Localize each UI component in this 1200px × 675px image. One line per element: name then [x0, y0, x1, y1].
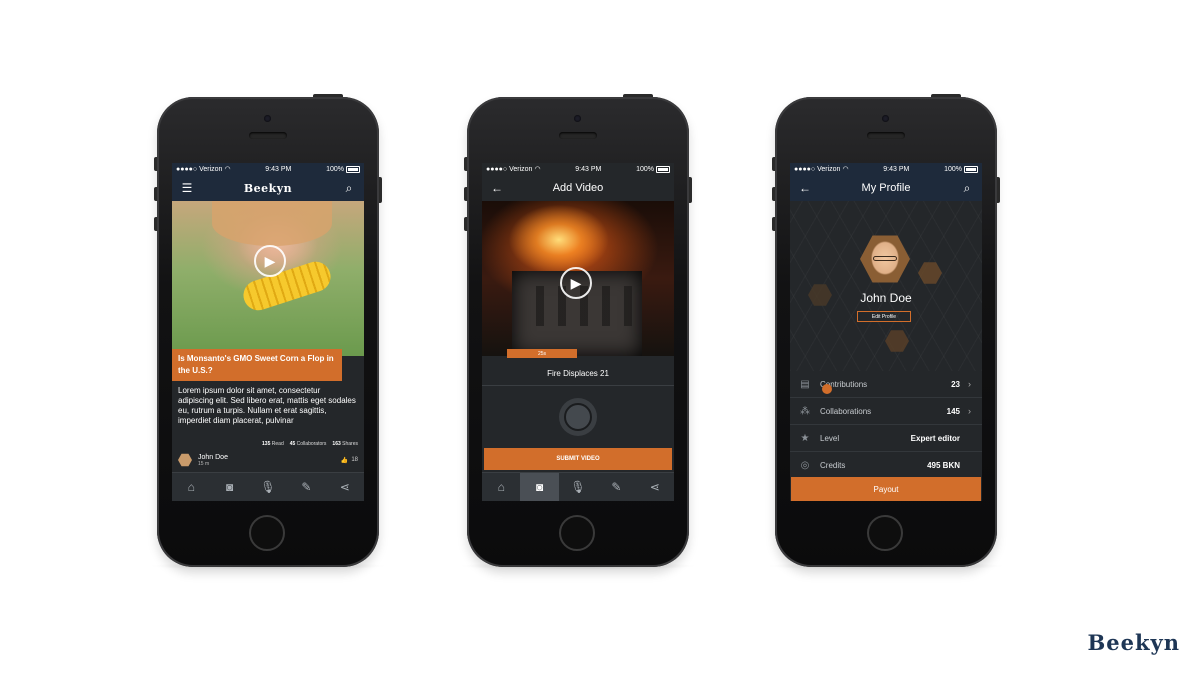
carrier: ●●●●○ Verizon — [176, 165, 223, 173]
contributions-row[interactable]: ▤ Contributions 23 › — [790, 371, 982, 398]
mic-icon[interactable]: 🎙 — [249, 473, 287, 501]
video-duration: 25s — [507, 349, 577, 358]
coins-icon: ◎ — [800, 459, 810, 471]
collaborations-row[interactable]: ⁂ Collaborations 145 › — [790, 398, 982, 425]
home-button[interactable] — [867, 515, 903, 551]
battery-percent: 100% — [326, 165, 344, 173]
home-icon[interactable]: ⌂ — [482, 473, 520, 501]
front-camera — [882, 115, 889, 122]
nav-bar: ← Add Video — [482, 175, 674, 201]
profile-screen: ●●●●○ Verizon ◠ 9:43 PM 100% ← My Profile… — [790, 163, 982, 501]
wifi-icon: ◠ — [224, 166, 231, 173]
camera-icon[interactable]: ◙ — [210, 473, 248, 501]
phone-feed: ●●●●○ Verizon ◠ 9:43 PM 100% ☰ Beekyn ⌕ ▶… — [154, 94, 382, 567]
brand-logo: Beekyn — [1087, 630, 1180, 655]
phone-add-video: ●●●●○ Verizon ◠ 9:43 PM 100% ← Add Video … — [464, 94, 692, 567]
search-icon[interactable]: ⌕ — [960, 181, 974, 195]
clock: 9:43 PM — [265, 165, 292, 173]
notification-dot — [822, 384, 832, 394]
video-preview[interactable]: ▶ 25s — [482, 201, 674, 358]
submit-video-button[interactable]: SUBMIT VIDEO — [484, 448, 672, 470]
edit-profile-button[interactable]: Edit Profile — [857, 311, 911, 322]
article-stats: 135 Read 45 Collaborators 163 Shares — [262, 441, 358, 447]
video-title[interactable]: Fire Displaces 21 — [482, 361, 674, 386]
corn-image — [239, 257, 335, 315]
nav-bar: ☰ Beekyn ⌕ — [172, 175, 364, 201]
app-title: Beekyn — [243, 181, 293, 195]
payout-button[interactable]: Payout — [791, 477, 981, 501]
feed-screen: ●●●●○ Verizon ◠ 9:43 PM 100% ☰ Beekyn ⌕ ▶… — [172, 163, 364, 501]
battery-icon — [346, 165, 360, 173]
chevron-right-icon: › — [968, 406, 971, 416]
like-button[interactable]: 👍 18 — [341, 457, 358, 464]
status-bar: ●●●●○ Verizon ◠ 9:43 PM 100% — [172, 163, 364, 175]
star-icon: ★ — [800, 432, 810, 444]
earpiece — [867, 132, 905, 139]
page-title: Add Video — [552, 182, 604, 194]
profile-header: John Doe Edit Profile — [790, 201, 982, 371]
phone-profile: ●●●●○ Verizon ◠ 9:43 PM 100% ← My Profile… — [772, 94, 1000, 567]
circles-icon: ⁂ — [800, 405, 810, 417]
pencil-icon[interactable]: ✎ — [597, 473, 635, 501]
back-arrow-icon[interactable]: ← — [490, 181, 504, 195]
play-icon[interactable]: ▶ — [560, 267, 592, 299]
nav-bar: ← My Profile ⌕ — [790, 175, 982, 201]
home-button[interactable] — [559, 515, 595, 551]
back-arrow-icon[interactable]: ← — [798, 181, 812, 195]
post-time: 15 m — [198, 460, 210, 467]
status-bar: ●●●●○ Verizon ◠ 9:43 PM 100% — [790, 163, 982, 175]
credits-row: ◎ Credits 495 BKN — [790, 452, 982, 478]
avatar — [178, 453, 192, 467]
wifi-icon: ◠ — [842, 166, 849, 173]
earpiece — [559, 132, 597, 139]
wifi-icon: ◠ — [534, 166, 541, 173]
article-image[interactable]: ▶ Is Monsanto's GMO Sweet Corn a Flop in… — [172, 201, 364, 381]
home-button[interactable] — [249, 515, 285, 551]
pencil-icon[interactable]: ✎ — [287, 473, 325, 501]
author-name: John Doe — [198, 453, 228, 461]
front-camera — [264, 115, 271, 122]
thumbs-up-icon: 👍 — [340, 457, 349, 464]
level-row: ★ Level Expert editor — [790, 425, 982, 452]
share-icon[interactable]: ⋖ — [636, 473, 674, 501]
battery-icon — [964, 165, 978, 173]
battery-icon — [656, 165, 670, 173]
camera-icon[interactable]: ◙ — [520, 473, 559, 501]
home-icon[interactable]: ⌂ — [172, 473, 210, 501]
front-camera — [574, 115, 581, 122]
add-video-screen: ●●●●○ Verizon ◠ 9:43 PM 100% ← Add Video … — [482, 163, 674, 501]
article-excerpt: Lorem ipsum dolor sit amet, consectetur … — [178, 386, 356, 425]
author-row[interactable]: John Doe 15 m 👍 18 — [172, 453, 364, 467]
article-headline[interactable]: Is Monsanto's GMO Sweet Corn a Flop in t… — [172, 349, 342, 381]
status-bar: ●●●●○ Verizon ◠ 9:43 PM 100% — [482, 163, 674, 175]
chevron-right-icon: › — [968, 379, 971, 389]
list-icon: ▤ — [800, 378, 810, 390]
earpiece — [249, 132, 287, 139]
mic-icon[interactable]: 🎙 — [559, 473, 597, 501]
share-icon[interactable]: ⋖ — [326, 473, 364, 501]
tab-bar: ⌂ ◙ 🎙 ✎ ⋖ — [482, 472, 674, 501]
play-icon[interactable]: ▶ — [254, 245, 286, 277]
hamburger-menu-icon[interactable]: ☰ — [180, 181, 194, 195]
page-title: My Profile — [861, 182, 911, 194]
tab-bar: ⌂ ◙ 🎙 ✎ ⋖ — [172, 472, 364, 501]
search-icon[interactable]: ⌕ — [342, 181, 356, 195]
record-button[interactable] — [559, 398, 597, 436]
profile-name: John Doe — [860, 291, 912, 305]
